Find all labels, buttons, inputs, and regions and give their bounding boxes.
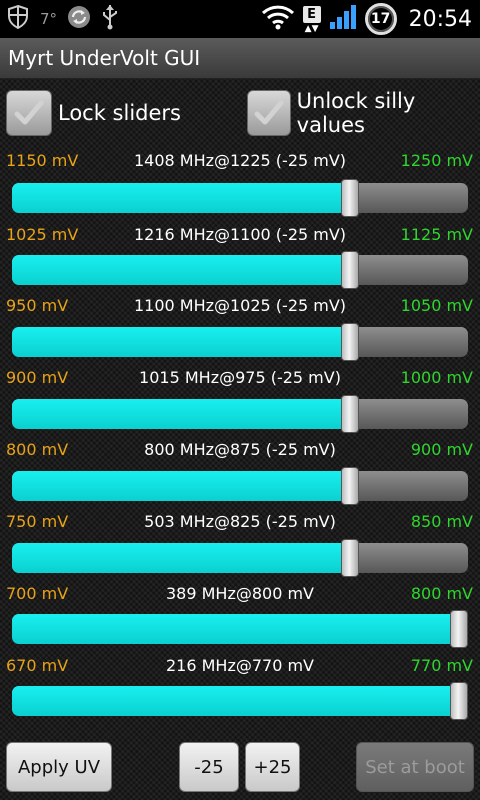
slider-thumb[interactable] (341, 179, 359, 217)
checkmark-icon (254, 100, 284, 125)
signal-icon (329, 4, 357, 34)
slider-fill (12, 255, 350, 285)
slider-fill (12, 399, 350, 429)
slider-thumb[interactable] (341, 323, 359, 361)
frequency-voltage-label: 389 MHz@800 mV (165, 584, 314, 603)
max-voltage-label: 850 mV (410, 512, 473, 531)
slider-fill (12, 543, 350, 573)
voltage-slider[interactable] (12, 251, 468, 289)
slider-fill (12, 327, 350, 357)
wifi-icon (261, 4, 295, 34)
slider-row-labels: 900 mV 1015 MHz@975 (-25 mV) 1000 mV (0, 368, 480, 390)
frequency-voltage-label: 503 MHz@825 (-25 mV) (144, 512, 336, 531)
title-bar: Myrt UnderVolt GUI (0, 38, 480, 79)
temperature: 7° (40, 10, 58, 28)
voltage-slider[interactable] (12, 395, 468, 433)
status-bar: 7° E ▲▼ 17 20:54 (0, 0, 480, 38)
unlock-silly-values-checkbox[interactable]: Unlock silly values (247, 88, 480, 138)
unlock-silly-values-box[interactable] (247, 90, 291, 136)
slider-row-labels: 1150 mV 1408 MHz@1225 (-25 mV) 1250 mV (0, 151, 480, 173)
lock-sliders-label: Lock sliders (58, 101, 181, 125)
voltage-slider[interactable] (12, 682, 468, 720)
slider-row-labels: 670 mV 216 MHz@770 mV 770 mV (0, 656, 480, 678)
plus-25-button[interactable]: +25 (245, 742, 300, 792)
max-voltage-label: 800 mV (410, 584, 473, 603)
slider-row-labels: 700 mV 389 MHz@800 mV 800 mV (0, 584, 480, 606)
max-voltage-label: 900 mV (410, 440, 473, 459)
apply-uv-button[interactable]: Apply UV (6, 742, 112, 792)
data-activity-icon: ▲▼ (304, 23, 319, 34)
max-voltage-label: 1050 mV (400, 296, 473, 315)
slider-thumb[interactable] (341, 539, 359, 577)
frequency-voltage-label: 800 MHz@875 (-25 mV) (144, 440, 336, 459)
battery-icon: 17 (364, 3, 397, 35)
minus-25-button[interactable]: -25 (179, 742, 239, 792)
lock-sliders-box[interactable] (6, 90, 52, 136)
slider-row-labels: 950 mV 1100 MHz@1025 (-25 mV) 1050 mV (0, 296, 480, 318)
slider-fill (12, 471, 350, 501)
app-title: Myrt UnderVolt GUI (8, 46, 201, 70)
clock: 20:54 (408, 6, 472, 32)
voltage-slider[interactable] (12, 539, 468, 577)
unlock-silly-values-label: Unlock silly values (296, 89, 416, 137)
slider-row-labels: 800 mV 800 MHz@875 (-25 mV) 900 mV (0, 440, 480, 462)
frequency-voltage-label: 216 MHz@770 mV (165, 656, 314, 675)
voltage-slider[interactable] (12, 323, 468, 361)
shield-icon (6, 4, 30, 34)
sync-icon (67, 5, 91, 33)
voltage-slider[interactable] (12, 610, 468, 648)
slider-thumb[interactable] (341, 395, 359, 433)
checkmark-icon (14, 100, 44, 125)
slider-row-labels: 1025 mV 1216 MHz@1100 (-25 mV) 1125 mV (0, 225, 480, 247)
slider-fill (12, 614, 459, 644)
max-voltage-label: 1000 mV (400, 368, 473, 387)
set-at-boot-button[interactable]: Set at boot (356, 742, 474, 792)
slider-thumb[interactable] (341, 251, 359, 289)
network-type-badge: E (302, 5, 321, 23)
slider-thumb[interactable] (341, 467, 359, 505)
voltage-slider[interactable] (12, 467, 468, 505)
max-voltage-label: 1125 mV (400, 225, 473, 244)
slider-fill (12, 686, 459, 716)
usb-icon (101, 4, 119, 34)
lock-sliders-checkbox[interactable]: Lock sliders (6, 88, 181, 138)
max-voltage-label: 1250 mV (400, 151, 473, 170)
voltage-slider[interactable] (12, 179, 468, 217)
slider-thumb[interactable] (450, 610, 468, 648)
slider-thumb[interactable] (450, 682, 468, 720)
slider-row-labels: 750 mV 503 MHz@825 (-25 mV) 850 mV (0, 512, 480, 534)
slider-fill (12, 183, 350, 213)
max-voltage-label: 770 mV (410, 656, 473, 675)
